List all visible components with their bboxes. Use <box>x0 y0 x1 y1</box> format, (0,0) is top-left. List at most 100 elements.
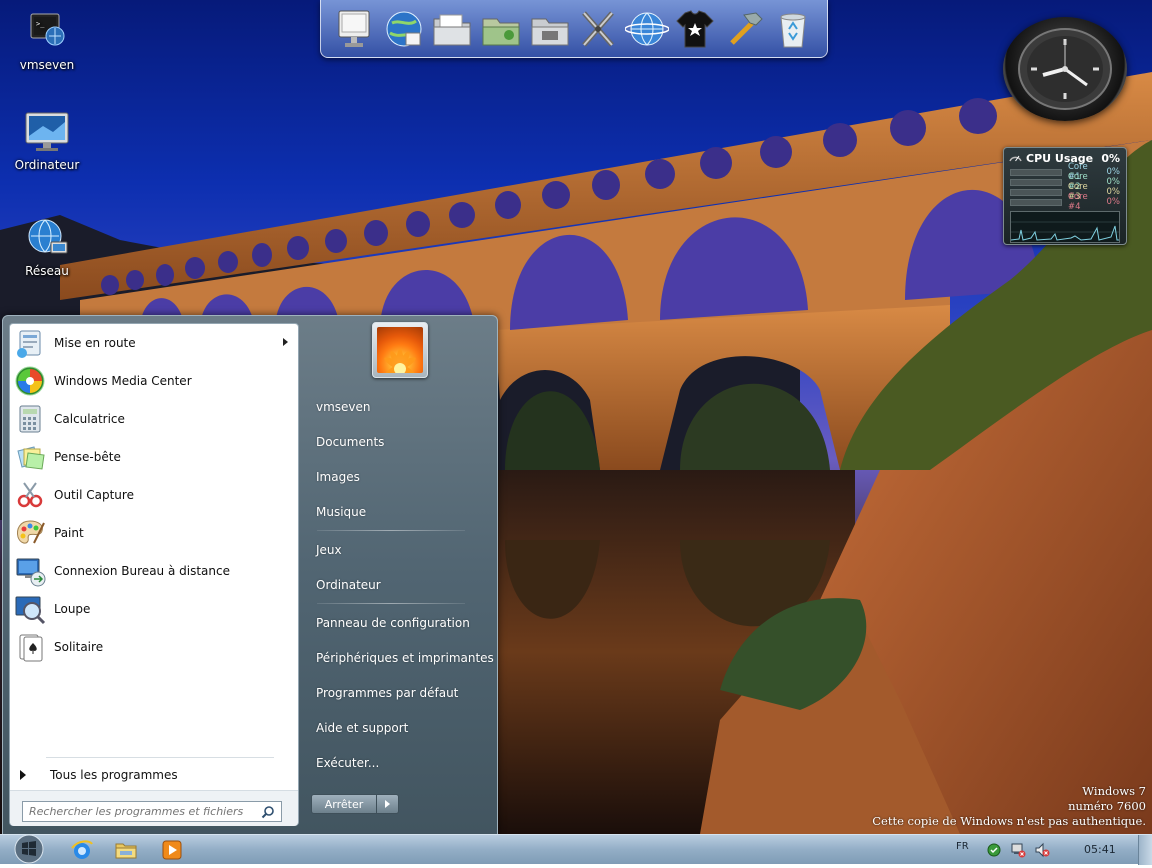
explorer-folder-icon <box>115 843 137 859</box>
places-devices-printers[interactable]: Périphériques et imprimantes <box>316 647 494 669</box>
taskbar-media-player[interactable] <box>160 838 184 862</box>
program-getting-started[interactable]: Mise en route <box>14 326 296 360</box>
core-value: 0% <box>1106 177 1121 187</box>
places-pictures[interactable]: Images <box>316 466 360 488</box>
start-menu-programs-pane: Mise en route Windows Media Center Calcu… <box>9 323 299 826</box>
solitaire-cards-icon <box>14 631 46 663</box>
user-avatar[interactable] <box>372 322 428 378</box>
clock-gadget[interactable] <box>1003 17 1127 121</box>
cpu-core-row: Core #4 0% <box>1004 192 1126 212</box>
program-remote-desktop[interactable]: Connexion Bureau à distance <box>14 554 296 588</box>
desktop-icon-label: Réseau <box>25 264 69 278</box>
volume-muted-icon[interactable] <box>1034 842 1050 858</box>
recycle-bin-icon <box>780 13 806 47</box>
dock-hammer[interactable] <box>722 5 766 53</box>
desktop-icon-user[interactable]: >_ vmseven <box>2 8 92 72</box>
places-games[interactable]: Jeux <box>316 539 342 561</box>
places-music[interactable]: Musique <box>316 501 366 523</box>
dock-computer[interactable] <box>333 5 377 53</box>
places-run[interactable]: Exécuter... <box>316 752 379 774</box>
remote-desktop-icon <box>14 555 46 587</box>
program-label: Loupe <box>54 602 91 616</box>
computer-icon <box>338 10 370 47</box>
places-control-panel[interactable]: Panneau de configuration <box>316 612 470 634</box>
show-desktop-button[interactable] <box>1138 835 1152 865</box>
places-computer[interactable]: Ordinateur <box>316 574 381 596</box>
program-label: Windows Media Center <box>54 374 192 388</box>
computer-icon <box>23 108 71 156</box>
network-status-icon[interactable] <box>1010 842 1026 858</box>
dock-tshirt[interactable] <box>673 5 717 53</box>
top-dock <box>320 0 828 58</box>
shutdown-control: Arrêter <box>311 794 399 814</box>
internet-globe-icon <box>386 11 422 46</box>
program-calculator[interactable]: Calculatrice <box>14 402 296 436</box>
tshirt-icon <box>676 9 715 47</box>
update-shield-icon[interactable] <box>986 842 1002 858</box>
all-programs-separator <box>46 757 274 758</box>
dock-control-panel[interactable] <box>528 5 572 53</box>
program-paint[interactable]: Paint <box>14 516 296 550</box>
places-separator <box>317 603 465 604</box>
hammer-icon <box>730 11 763 45</box>
shutdown-options-button[interactable] <box>377 794 399 814</box>
desktop-icon-network[interactable]: Réseau <box>2 214 92 278</box>
program-label: Mise en route <box>54 336 136 350</box>
calculator-icon <box>14 403 46 435</box>
dock-documents[interactable] <box>430 5 474 53</box>
all-programs-button[interactable]: Tous les programmes <box>20 765 178 785</box>
program-snipping-tool[interactable]: Outil Capture <box>14 478 296 512</box>
cpu-usage-gadget[interactable]: CPU Usage 0% Core #1 0% Core #2 0% Core #3… <box>1003 147 1127 245</box>
activation-watermark: Windows 7 numéro 7600 Cette copie de Win… <box>872 784 1146 829</box>
core-value: 0% <box>1106 187 1121 197</box>
all-programs-label: Tous les programmes <box>50 768 178 782</box>
dock-tools[interactable] <box>576 5 620 53</box>
program-solitaire[interactable]: Solitaire <box>14 630 296 664</box>
cpu-total: 0% <box>1101 152 1120 165</box>
taskbar-explorer[interactable] <box>114 838 138 862</box>
gauge-icon <box>1009 155 1022 162</box>
desktop-icon-computer[interactable]: Ordinateur <box>2 108 92 172</box>
control-panel-icon <box>531 18 569 45</box>
documents-folder-icon <box>433 14 471 45</box>
dock-recycle-bin[interactable] <box>771 5 815 53</box>
program-label: Outil Capture <box>54 488 134 502</box>
getting-started-icon <box>14 327 46 359</box>
cpu-core-row: Core #2 0% <box>1004 172 1126 192</box>
taskbar-internet-explorer[interactable] <box>70 838 94 862</box>
sticky-notes-icon <box>14 441 46 473</box>
places-documents[interactable]: Documents <box>316 431 384 453</box>
dock-green-folder[interactable] <box>479 5 523 53</box>
svg-text:>_: >_ <box>36 20 45 28</box>
program-label: Paint <box>54 526 84 540</box>
places-default-programs[interactable]: Programmes par défaut <box>316 682 458 704</box>
program-label: Connexion Bureau à distance <box>54 564 230 578</box>
search-input[interactable] <box>27 804 257 819</box>
cpu-history-graph <box>1010 211 1120 243</box>
program-label: Calculatrice <box>54 412 125 426</box>
program-media-center[interactable]: Windows Media Center <box>14 364 296 398</box>
places-user[interactable]: vmseven <box>316 396 371 418</box>
magnifier-icon <box>14 593 46 625</box>
watermark-notice: Cette copie de Windows n'est pas authent… <box>872 814 1146 828</box>
program-magnifier[interactable]: Loupe <box>14 592 296 626</box>
snipping-tool-icon <box>14 479 46 511</box>
clock-face-icon <box>1018 28 1112 110</box>
paint-palette-icon <box>14 517 46 549</box>
windows-logo-icon <box>14 834 44 864</box>
user-computer-icon: >_ <box>23 8 71 56</box>
dock-network[interactable] <box>624 5 670 53</box>
shutdown-button[interactable]: Arrêter <box>311 794 377 814</box>
clock-time[interactable]: 05:41 <box>1084 843 1116 856</box>
search-box[interactable] <box>22 801 282 822</box>
program-sticky-notes[interactable]: Pense-bête <box>14 440 296 474</box>
places-help-support[interactable]: Aide et support <box>316 717 408 739</box>
start-button[interactable] <box>12 833 46 865</box>
places-separator <box>317 530 465 531</box>
language-indicator[interactable]: FR <box>956 841 969 852</box>
dock-internet[interactable] <box>382 5 426 53</box>
expand-arrow-icon <box>20 770 26 780</box>
desktop-icon-label: vmseven <box>19 58 75 72</box>
submenu-arrow-icon <box>283 338 288 346</box>
search-icon[interactable] <box>261 805 275 819</box>
